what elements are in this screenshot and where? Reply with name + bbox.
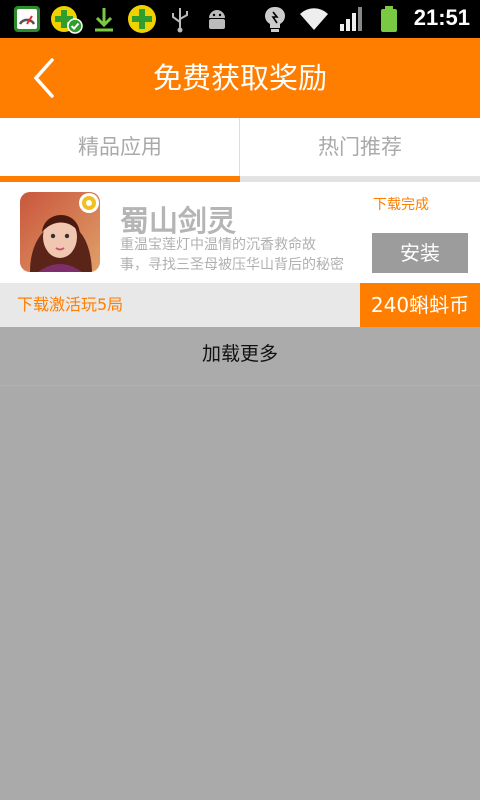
status-bar: 21:51 xyxy=(0,0,480,38)
speed-monitor-icon xyxy=(14,6,40,32)
install-button[interactable]: 安装 xyxy=(372,233,468,273)
app-description: 重温宝莲灯中温情的沉香救命故 事，寻找三圣母被压华山背后的秘密 xyxy=(120,235,362,275)
app-avatar-icon xyxy=(20,192,100,272)
signal-icon xyxy=(340,7,362,31)
app-name: 蜀山剑灵 xyxy=(120,204,237,238)
clock: 21:51 xyxy=(413,5,470,30)
back-button[interactable] xyxy=(24,56,68,100)
load-more-button[interactable]: 加载更多 xyxy=(0,327,480,386)
tab-popular-recommendations[interactable]: 热门推荐 xyxy=(240,118,480,182)
reward-amount-badge: 240蝌蚪币 xyxy=(360,283,480,327)
android-debug-icon xyxy=(209,10,225,29)
download-icon xyxy=(95,8,113,32)
title-bar: 免费获取奖励 xyxy=(0,38,480,118)
360-security-check-icon xyxy=(51,6,83,34)
app-list-item[interactable]: 蜀山剑灵 重温宝莲灯中温情的沉香救命故 事，寻找三圣母被压华山背后的秘密 下载完… xyxy=(0,182,480,283)
download-status: 下载完成 xyxy=(373,197,429,213)
360-plus-icon xyxy=(128,5,156,33)
tab-featured-apps[interactable]: 精品应用 xyxy=(0,118,240,182)
bulb-icon xyxy=(265,6,285,32)
usb-icon xyxy=(172,8,188,33)
reward-task: 下载激活玩5局 xyxy=(17,295,124,314)
chevron-left-icon xyxy=(33,58,54,98)
tab-bar: 精品应用 热门推荐 xyxy=(0,118,480,182)
app-description-line1: 重温宝莲灯中温情的沉香救命故 xyxy=(120,237,316,253)
wifi-icon xyxy=(300,8,328,30)
app-description-line2: 事，寻找三圣母被压华山背后的秘密 xyxy=(120,257,344,273)
battery-icon xyxy=(381,6,397,32)
reward-row: 下载激活玩5局 240蝌蚪币 xyxy=(0,283,480,327)
page-title: 免费获取奖励 xyxy=(152,61,327,95)
